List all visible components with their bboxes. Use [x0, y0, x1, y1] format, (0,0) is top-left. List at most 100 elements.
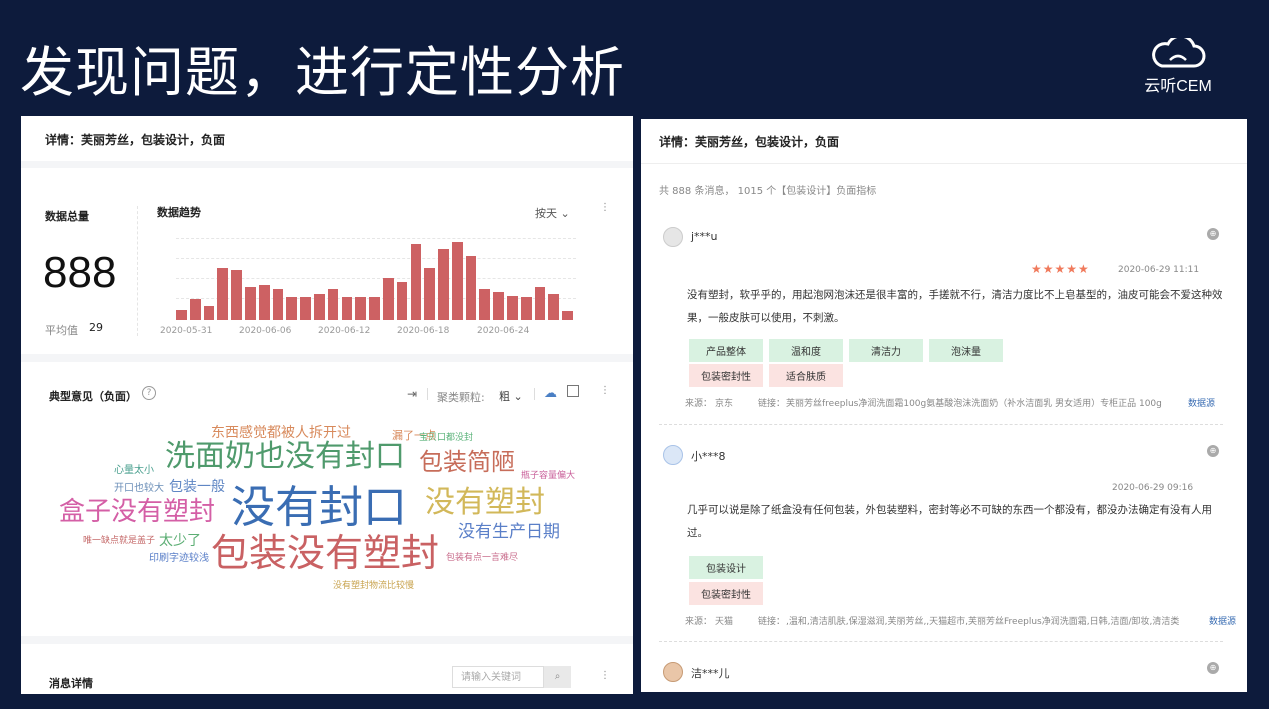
detail-header-bar: 详情：芙丽芳丝，包装设计，负面	[641, 119, 1247, 164]
cloud-word[interactable]: 瓶子容量偏大	[521, 472, 575, 481]
tag-packaging-design[interactable]: 包装设计	[689, 556, 763, 579]
cloud-word[interactable]: 没有封口	[231, 486, 407, 530]
detail-header: 详情：芙丽芳丝，包装设计，负面	[659, 135, 840, 149]
trend-bar[interactable]	[424, 268, 436, 320]
globe-icon[interactable]: ⊕	[1207, 228, 1219, 240]
trend-bar[interactable]	[355, 297, 367, 320]
cloud-word[interactable]: 洗面奶也没有封口	[165, 442, 405, 472]
cloud-word[interactable]: 包装有点一言难尽	[446, 554, 518, 563]
trend-bar[interactable]	[327, 289, 339, 320]
trend-bar[interactable]	[410, 244, 422, 320]
review-user: 小***8	[691, 450, 726, 463]
messages-label: 消息详情	[49, 677, 93, 690]
cloud-word[interactable]: 包装一般	[169, 480, 225, 494]
opinions-card: 典型意见（负面） ? ⇥ 聚类颗粒: 粗 ⌄ ☁ ⋮ 东西感觉都被人拆开过 漏了一…	[21, 362, 633, 636]
trend-bar[interactable]	[507, 296, 518, 320]
x-tick: 2020-06-18	[397, 326, 450, 336]
slide-title: 发现问题，进行定性分析	[20, 41, 625, 104]
cloud-word[interactable]: 宝贝口都没封	[419, 434, 473, 443]
tag-mildness[interactable]: 温和度	[769, 339, 843, 362]
trend-bar[interactable]	[548, 294, 560, 320]
tag-skin-type[interactable]: 适合肤质	[769, 364, 843, 387]
trend-bar[interactable]	[438, 249, 449, 320]
cloud-word[interactable]: 包装简陋	[419, 450, 515, 474]
trend-bar[interactable]	[493, 292, 504, 320]
cloud-word[interactable]: 盒子没有塑封	[59, 499, 215, 525]
x-tick: 2020-06-06	[239, 326, 292, 336]
source-label: 来源：	[685, 617, 713, 627]
avg-label: 平均值	[45, 324, 78, 337]
data-source-link[interactable]: 数据源	[1188, 396, 1215, 409]
cloud-word[interactable]: 没有塑封	[425, 488, 545, 518]
tag-product-overall[interactable]: 产品整体	[689, 339, 763, 362]
trend-bar[interactable]	[300, 297, 311, 320]
messages-card: 消息详情 请输入关键词 ⌕ ⋮	[21, 644, 633, 694]
trend-bar[interactable]	[203, 306, 215, 320]
cloud-icon	[1152, 38, 1206, 68]
x-tick: 2020-06-12	[318, 326, 371, 336]
trend-bar[interactable]	[520, 297, 532, 320]
trend-bar[interactable]	[465, 256, 477, 320]
trend-more-icon[interactable]: ⋮	[600, 203, 610, 213]
trend-bar[interactable]	[258, 285, 270, 320]
link-label: 链接：	[758, 617, 786, 627]
trend-bar[interactable]	[176, 310, 187, 320]
cloud-word[interactable]: 太少了	[159, 534, 201, 548]
brand-name: 云听CEM	[1144, 78, 1212, 95]
data-source-link[interactable]: 数据源	[1209, 614, 1236, 627]
trend-bar[interactable]	[562, 311, 573, 320]
summary-text: 共 888 条消息， 1015 个【包装设计】负面指标	[659, 186, 877, 197]
cloud-word[interactable]: 开口也较大	[114, 484, 164, 494]
source-value: 京东	[715, 399, 734, 409]
trend-bar[interactable]	[286, 297, 298, 320]
trend-bar[interactable]	[189, 299, 201, 320]
tag-foam[interactable]: 泡沫量	[929, 339, 1003, 362]
review-text: 几乎可以说是除了纸盒没有任何包装，外包装塑料，密封等必不可缺的东西一个都没有，都…	[687, 504, 1212, 539]
messages-more-icon[interactable]: ⋮	[600, 671, 610, 681]
cloud-word[interactable]: 包装没有塑封	[211, 534, 439, 572]
trend-bar[interactable]	[396, 282, 408, 320]
source-value: 天猫	[715, 617, 734, 627]
tag-seal[interactable]: 包装密封性	[689, 582, 763, 605]
trend-bar[interactable]	[272, 289, 284, 320]
avatar	[663, 227, 683, 247]
trend-bar[interactable]	[369, 297, 380, 320]
x-tick: 2020-06-24	[477, 326, 530, 336]
trend-bar[interactable]	[341, 297, 353, 320]
search-icon[interactable]: ⌕	[544, 666, 571, 688]
period-select[interactable]: 按天 ⌄	[535, 205, 570, 221]
tag-seal[interactable]: 包装密封性	[689, 364, 763, 387]
cloud-word[interactable]: 唯一缺点就是盖子	[83, 537, 155, 546]
review-divider	[659, 641, 1223, 642]
trend-bar[interactable]	[313, 294, 325, 320]
trend-bar[interactable]	[451, 242, 463, 320]
trend-bar[interactable]	[534, 287, 546, 320]
stats-card: 数据总量 888 平均值 29 数据趋势 按天 ⌄ ⋮ 2020-05-31 2…	[21, 168, 633, 354]
trend-bar[interactable]	[382, 278, 394, 320]
tag-cleansing[interactable]: 清洁力	[849, 339, 923, 362]
brand-logo: 云听CEM	[1133, 38, 1223, 96]
review-user: j***u	[691, 230, 718, 243]
cloud-word[interactable]: 心量太小	[114, 466, 154, 476]
word-cloud: 东西感觉都被人拆开过 漏了一点 宝贝口都没封 心量太小 洗面奶也没有封口 包装简陋 瓶子容量…	[21, 362, 633, 636]
link-value[interactable]: ,温和,清洁肌肤,保湿滋润,芙丽芳丝,,天猫超市,芙丽芳丝Freeplus净润洗…	[786, 614, 1186, 627]
cloud-word[interactable]: 没有生产日期	[458, 524, 560, 541]
link-value[interactable]: 芙丽芳丝freeplus净润洗面霜100g氨基酸泡沫洗面奶（补水洁面乳 男女适用…	[786, 396, 1166, 409]
globe-icon[interactable]: ⊕	[1207, 445, 1219, 457]
left-panel: 详情：芙丽芳丝，包装设计，负面 数据总量 888 平均值 29 数据趋势 按天 …	[21, 116, 633, 694]
trend-bar[interactable]	[245, 287, 256, 320]
cloud-word[interactable]: 东西感觉都被人拆开过	[211, 426, 351, 440]
trend-bar[interactable]	[217, 268, 229, 320]
trend-chart	[176, 238, 576, 320]
globe-icon[interactable]: ⊕	[1207, 662, 1219, 674]
review-time: 2020-06-29 11:11	[1118, 265, 1200, 275]
trend-bar[interactable]	[479, 289, 491, 320]
review-time: 2020-06-29 09:16	[1112, 483, 1194, 493]
cloud-word[interactable]: 印刷字迹较浅	[149, 554, 209, 564]
avatar	[663, 662, 683, 682]
trend-bar[interactable]	[231, 270, 242, 320]
search-input[interactable]: 请输入关键词	[452, 666, 544, 688]
cloud-word[interactable]: 没有塑封物流比较慢	[333, 582, 414, 591]
trend-label: 数据趋势	[157, 206, 201, 219]
right-panel: 详情：芙丽芳丝，包装设计，负面 共 888 条消息， 1015 个【包装设计】负…	[641, 119, 1247, 692]
